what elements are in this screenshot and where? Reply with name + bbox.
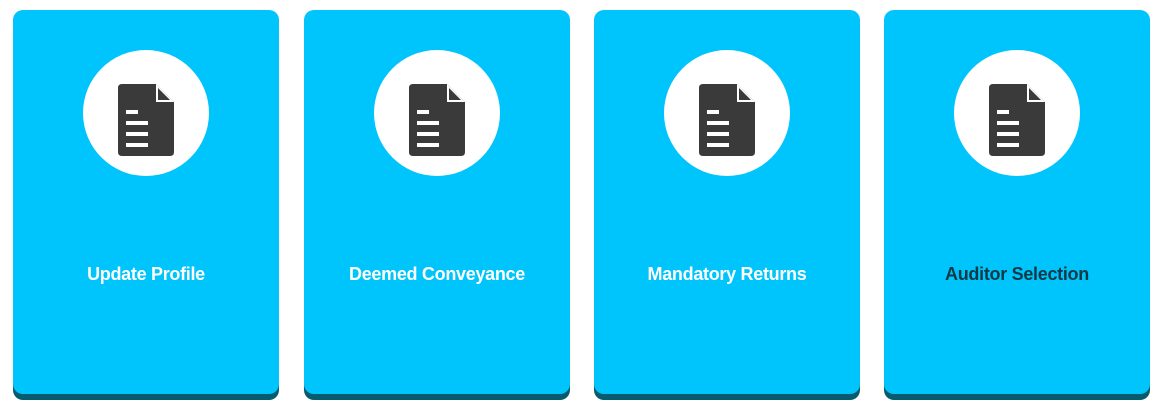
card-label: Update Profile (87, 264, 205, 284)
mandatory-returns-card[interactable]: Mandatory Returns (594, 10, 860, 394)
deemed-conveyance-card[interactable]: Deemed Conveyance (304, 10, 570, 394)
update-profile-card[interactable]: Update Profile (13, 10, 279, 394)
document-icon (409, 84, 465, 156)
dashboard-cards: Update Profile Deemed Conveyance Mandato… (0, 0, 1153, 404)
auditor-selection-card[interactable]: Auditor Selection (884, 10, 1150, 394)
card-label: Deemed Conveyance (349, 264, 525, 284)
icon-circle (954, 50, 1080, 176)
card-label: Auditor Selection (945, 264, 1089, 284)
icon-circle (374, 50, 500, 176)
document-icon (699, 84, 755, 156)
icon-circle (664, 50, 790, 176)
document-icon (118, 84, 174, 156)
icon-circle (83, 50, 209, 176)
card-label: Mandatory Returns (647, 264, 807, 284)
document-icon (989, 84, 1045, 156)
